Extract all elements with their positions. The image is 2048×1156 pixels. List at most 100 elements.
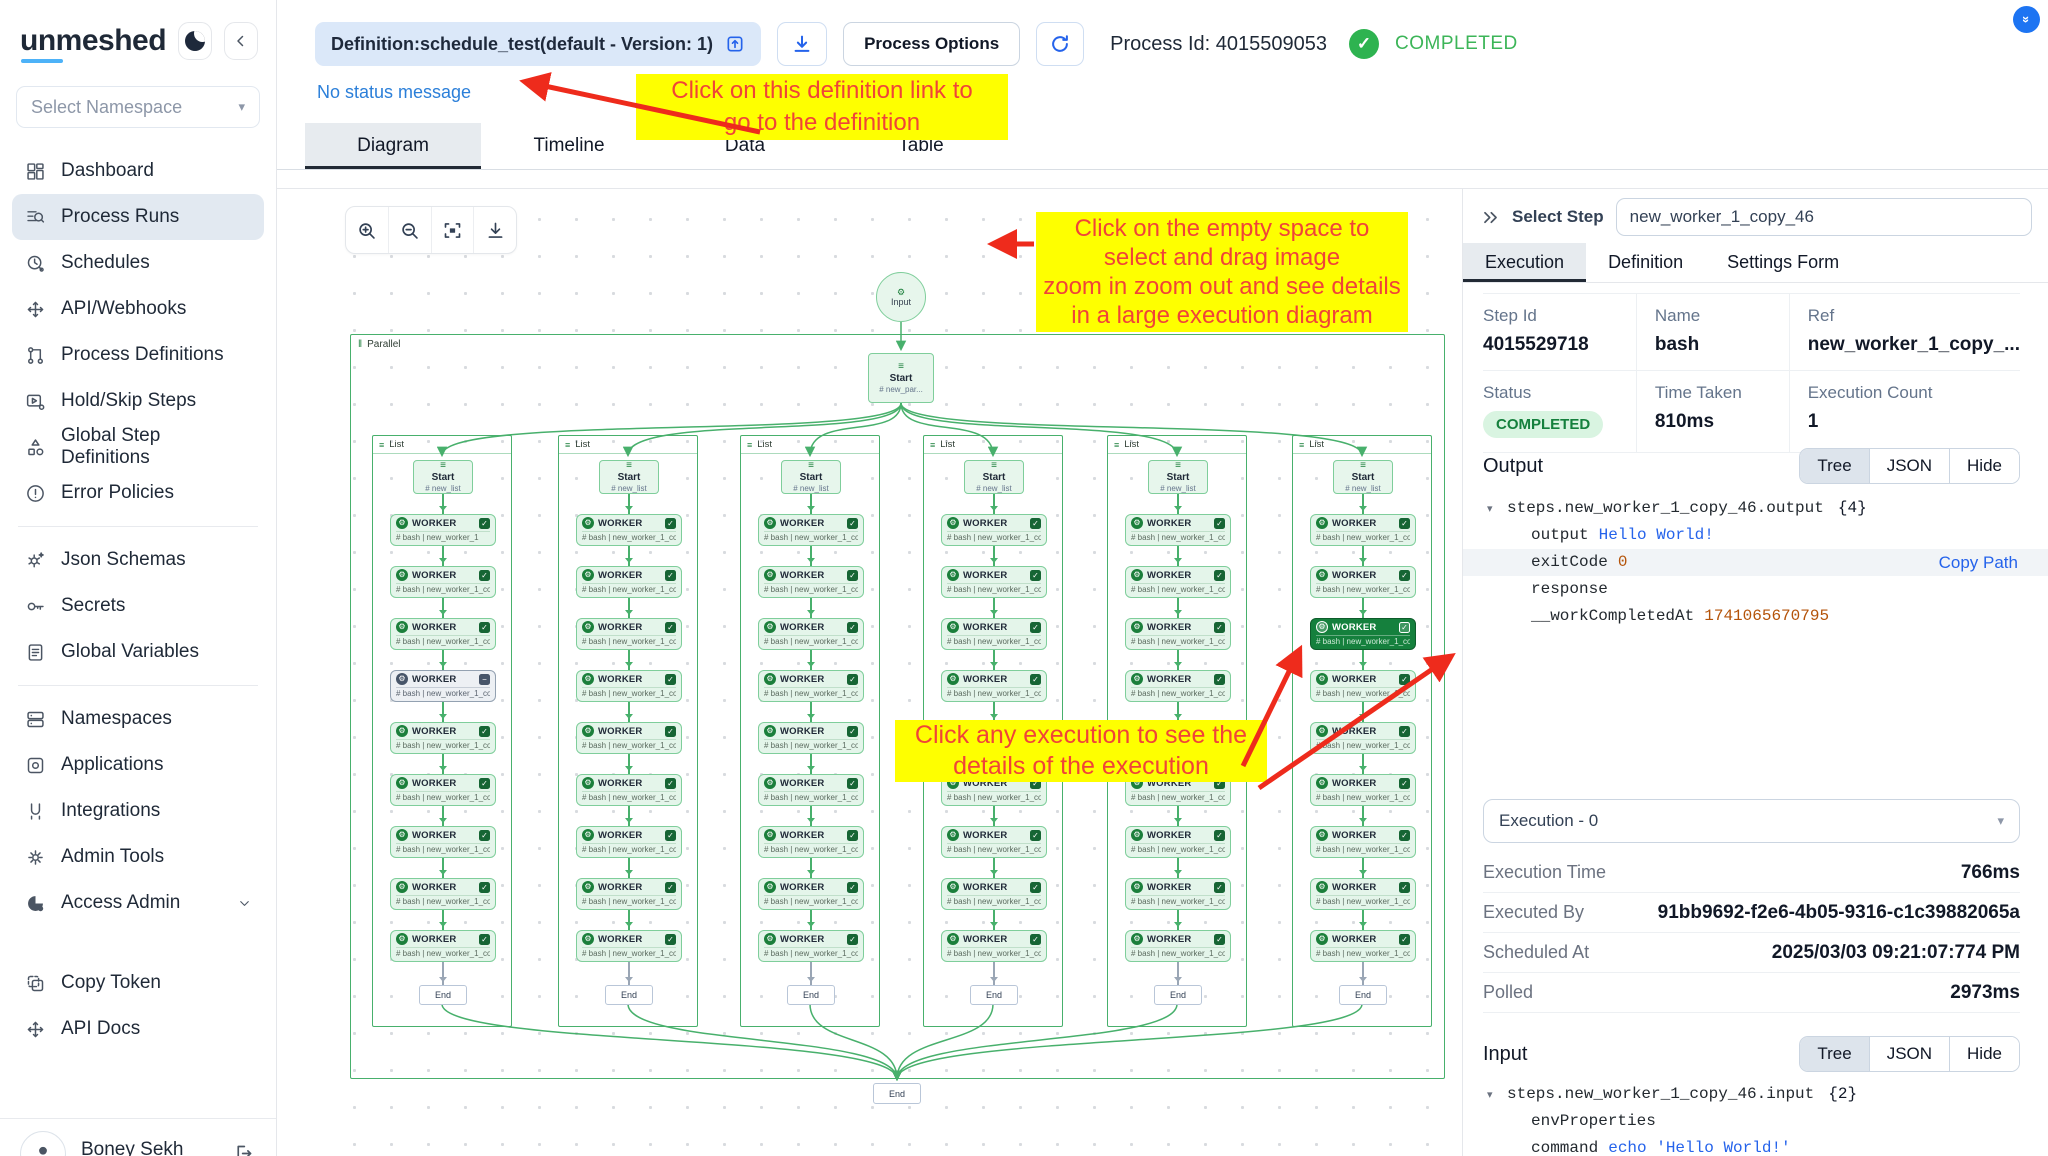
worker-node[interactable]: ⚙ WORKER ✓ # bash | new_worker_1_copy_...	[1125, 670, 1231, 702]
worker-node[interactable]: ⚙ WORKER ✓ # bash | new_worker_1_copy_...	[1310, 722, 1416, 754]
worker-node[interactable]: ⚙ WORKER ✓ # bash | new_worker_1_copy_...	[941, 878, 1047, 910]
worker-node[interactable]: ⚙ WORKER ✓ # bash | new_worker_1_copy_6	[390, 878, 496, 910]
diagram-canvas[interactable]: ⚙ Input ‖ Parallel ≡ Start # new_par... …	[277, 189, 1462, 1156]
sidebar-item-copy-token[interactable]: Copy Token	[12, 960, 264, 1006]
worker-node[interactable]: ⚙ WORKER ✓ # bash | new_worker_1_copy_...	[1125, 878, 1231, 910]
sidebar-item-global-variables[interactable]: Global Variables	[12, 629, 264, 675]
list-column-2[interactable]: ≡ List ≡ Start # new_list ⚙ WORKER ✓ # bash | ne…	[558, 435, 698, 1027]
refresh-button[interactable]	[1036, 22, 1085, 66]
list-start-node[interactable]: ≡ Start # new_list	[599, 460, 659, 494]
worker-node[interactable]: ⚙ WORKER ✓ # bash | new_worker_1_copy_...	[758, 930, 864, 962]
list-column-6[interactable]: ≡ List ≡ Start # new_list ⚙ WORKER ✓ # bash | ne…	[1292, 435, 1432, 1027]
worker-node[interactable]: ⚙ WORKER ✓ # bash | new_worker_1_copy_...	[1125, 930, 1231, 962]
worker-node[interactable]: ⚙ WORKER ✓ # bash | new_worker_1_copy_...	[941, 618, 1047, 650]
worker-node[interactable]: ⚙ WORKER ✓ # bash | new_worker_1_copy_...	[576, 722, 682, 754]
worker-node[interactable]: ⚙ WORKER ✓ # bash | new_worker_1_copy_...	[1125, 618, 1231, 650]
worker-node[interactable]: ⚙ WORKER ✓ # bash | new_worker_1_copy_...	[1125, 566, 1231, 598]
worker-node[interactable]: ⚙ WORKER ✓ # bash | new_worker_1_copy_5	[390, 826, 496, 858]
process-options-button[interactable]: Process Options	[843, 22, 1021, 66]
output-view-hide-button[interactable]: Hide	[1949, 449, 2019, 483]
worker-node[interactable]: ⚙ WORKER ✓ # bash | new_worker_1_copy_3	[390, 722, 496, 754]
worker-node[interactable]: ⚙ WORKER ✓ # bash | new_worker_1	[390, 514, 496, 546]
dark-mode-button[interactable]	[178, 22, 213, 60]
worker-node[interactable]: ⚙ WORKER ✓ # bash | new_worker_1_copy_...	[758, 618, 864, 650]
worker-node[interactable]: ⚙ WORKER ✓ # bash | new_worker_1_copy_...	[576, 826, 682, 858]
sidebar-item-schedules[interactable]: Schedules	[12, 240, 264, 286]
worker-node[interactable]: ⚙ WORKER ✓ # bash | new_worker_1_copy_...	[758, 566, 864, 598]
worker-node[interactable]: ⚙ WORKER ✓ # bash | new_worker_1_copy_...	[576, 618, 682, 650]
worker-node[interactable]: ⚙ WORKER ✓ # bash | new_worker_1_copy_...	[941, 514, 1047, 546]
sidebar-item-admin-tools[interactable]: Admin Tools	[12, 834, 264, 880]
namespace-select[interactable]: Select Namespace ▾	[16, 86, 260, 128]
fit-view-button[interactable]	[432, 207, 475, 253]
sidebar-item-process-runs[interactable]: Process Runs	[12, 194, 264, 240]
sidebar-item-global-step-definitions[interactable]: Global Step Definitions	[12, 424, 264, 470]
zoom-out-button[interactable]	[389, 207, 432, 253]
panel-tab-definition[interactable]: Definition	[1586, 243, 1705, 282]
worker-node[interactable]: ⚙ WORKER ✓ # bash | new_worker_1_copy_...	[576, 670, 682, 702]
list-end-node[interactable]: End	[787, 985, 835, 1005]
sidebar-item-secrets[interactable]: Secrets	[12, 583, 264, 629]
worker-node[interactable]: ⚙ WORKER ✓ # bash | new_worker_1_copy_...	[1310, 878, 1416, 910]
tab-diagram[interactable]: Diagram	[305, 123, 481, 169]
input-view-json-button[interactable]: JSON	[1868, 1037, 1950, 1071]
list-end-node[interactable]: End	[419, 985, 467, 1005]
sidebar-item-api-webhooks[interactable]: API/Webhooks	[12, 286, 264, 332]
worker-node[interactable]: ⚙ WORKER ✓ # bash | new_worker_1_copy_7	[390, 930, 496, 962]
select-step-input[interactable]	[1615, 198, 2032, 236]
worker-node[interactable]: ⚙ WORKER ✓ # bash | new_worker_1_copy_...	[576, 930, 682, 962]
sidebar-item-access-admin[interactable]: Access Admin	[12, 880, 264, 926]
sidebar-item-namespaces[interactable]: Namespaces	[12, 696, 264, 742]
sidebar-item-dashboard[interactable]: Dashboard	[12, 148, 264, 194]
worker-node[interactable]: ⚙ WORKER ✓ # bash | new_worker_1_copy_...	[758, 878, 864, 910]
open-definition-icon[interactable]	[725, 34, 745, 54]
parallel-start-node[interactable]: ≡ Start # new_par...	[868, 353, 934, 403]
worker-node[interactable]: ⚙ WORKER ✓ # bash | new_worker_1_copy_...	[1310, 514, 1416, 546]
worker-node[interactable]: ⚙ WORKER ✓ # bash | new_worker_1_copy_...	[758, 722, 864, 754]
worker-node[interactable]: ⚙ WORKER ✓ # bash | new_worker_1_copy_...	[576, 774, 682, 806]
tab-timeline[interactable]: Timeline	[481, 123, 657, 169]
worker-node[interactable]: ⚙ WORKER ✓ # bash | new_worker_1_copy_...	[941, 826, 1047, 858]
sidebar-item-integrations[interactable]: Integrations	[12, 788, 264, 834]
worker-node[interactable]: ⚙ WORKER ✓ # bash | new_worker_1_copy_...	[1310, 826, 1416, 858]
process-end-node[interactable]: End	[873, 1083, 921, 1104]
logout-icon[interactable]	[233, 1143, 254, 1156]
output-view-json-button[interactable]: JSON	[1868, 449, 1950, 483]
worker-node[interactable]: ⚙ WORKER ✓ # bash | new_worker_1_copy_...	[941, 670, 1047, 702]
tree-caret-icon[interactable]: ▾	[1487, 1082, 1507, 1109]
list-end-node[interactable]: End	[970, 985, 1018, 1005]
list-start-node[interactable]: ≡ Start # new_list	[1333, 460, 1393, 494]
widget-badge-icon[interactable]: »	[2013, 6, 2040, 33]
list-start-node[interactable]: ≡ Start # new_list	[413, 460, 473, 494]
list-end-node[interactable]: End	[605, 985, 653, 1005]
worker-node[interactable]: ⚙ WORKER ✓ # bash | new_worker_1_copy_...	[941, 566, 1047, 598]
list-column-3[interactable]: ≡ List ≡ Start # new_list ⚙ WORKER ✓ # bash | ne…	[740, 435, 880, 1027]
worker-node[interactable]: ⚙ WORKER ✓ # bash | new_worker_1_copy_...	[1310, 670, 1416, 702]
list-end-node[interactable]: End	[1154, 985, 1202, 1005]
collapse-sidebar-button[interactable]	[224, 22, 258, 60]
worker-node[interactable]: ⚙ WORKER ✓ # bash | new_worker_1_copy_1	[390, 618, 496, 650]
worker-node[interactable]: ⚙ WORKER ✓ # bash | new_worker_1_copy_...	[576, 878, 682, 910]
input-node[interactable]: ⚙ Input	[876, 272, 926, 322]
worker-node[interactable]: ⚙ WORKER ✓ # bash | new_worker_1_copy_...	[1125, 826, 1231, 858]
download-button[interactable]	[777, 22, 828, 66]
list-start-node[interactable]: ≡ Start # new_list	[781, 460, 841, 494]
worker-node[interactable]: ⚙ WORKER ✓ # bash | new_worker_1_copy_...	[1310, 618, 1416, 650]
worker-node[interactable]: ⚙ WORKER ✓ # bash | new_worker_1_copy_...	[1310, 566, 1416, 598]
collapse-panel-icon[interactable]	[1481, 208, 1500, 227]
sidebar-item-process-definitions[interactable]: Process Definitions	[12, 332, 264, 378]
worker-node[interactable]: ⚙ WORKER ✓ # bash | new_worker_1_copy_...	[758, 514, 864, 546]
panel-tab-execution[interactable]: Execution	[1463, 243, 1587, 282]
worker-node[interactable]: ⚙ WORKER ✓ # bash | new_worker_1_copy_...	[941, 930, 1047, 962]
tree-caret-icon[interactable]: ▾	[1487, 496, 1507, 523]
copy-path-link[interactable]: Copy Path	[1939, 549, 2018, 576]
execution-select[interactable]: Execution - 0 ▾	[1483, 799, 2020, 843]
panel-tab-settings-form[interactable]: Settings Form	[1705, 243, 1861, 282]
worker-node[interactable]: ⚙ WORKER ✓ # bash | new_worker_1_copy_...	[1310, 774, 1416, 806]
input-view-hide-button[interactable]: Hide	[1949, 1037, 2019, 1071]
worker-node[interactable]: ⚙ WORKER − # bash | new_worker_1_copy_2	[390, 670, 496, 702]
list-start-node[interactable]: ≡ Start # new_list	[1148, 460, 1208, 494]
sidebar-item-api-docs[interactable]: API Docs	[12, 1006, 264, 1052]
worker-node[interactable]: ⚙ WORKER ✓ # bash | new_worker_1_copy_...	[1125, 514, 1231, 546]
sidebar-item-hold-skip-steps[interactable]: Hold/Skip Steps	[12, 378, 264, 424]
